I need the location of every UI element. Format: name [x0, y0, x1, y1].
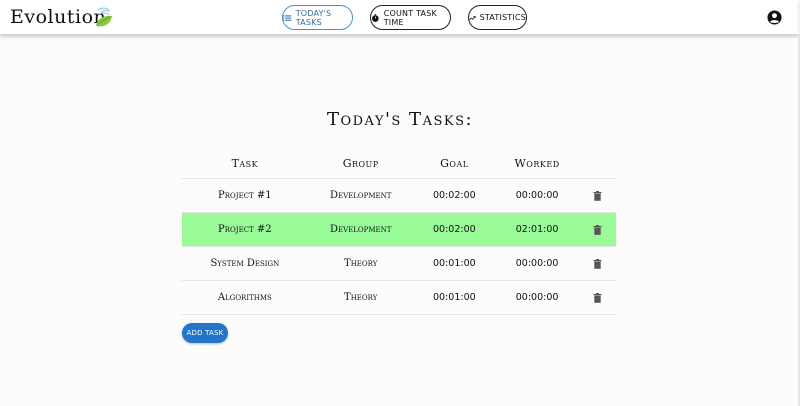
table-row[interactable]: Algorithms Theory 00:01:00 00:00:00	[182, 280, 616, 315]
column-header-goal: Goal	[413, 148, 495, 179]
task-goal: 00:01:00	[413, 280, 495, 315]
delete-cell	[579, 280, 616, 315]
trash-icon[interactable]	[593, 224, 602, 235]
task-name: Project #1	[182, 178, 308, 213]
task-goal: 00:02:00	[413, 212, 495, 247]
task-name: System Design	[182, 246, 308, 281]
add-task-button[interactable]: ADD TASK	[182, 323, 228, 343]
delete-cell	[579, 178, 616, 213]
nav-count-task-time-label: COUNT TASK TIME	[383, 8, 437, 27]
column-header-task: Task	[182, 148, 308, 179]
task-name: Algorithms	[182, 280, 308, 315]
tasks-table: Task Group Goal Worked Project #1 Develo…	[182, 148, 616, 315]
task-worked: 02:01:00	[494, 212, 580, 247]
nav-todays-tasks-label: TODAY'S TASKS	[295, 8, 332, 27]
table-row[interactable]: Project #2 Development 00:02:00 02:01:00	[182, 212, 616, 247]
trash-icon[interactable]	[593, 258, 602, 269]
task-group: Development	[307, 178, 414, 213]
column-header-group: Group	[307, 148, 414, 179]
delete-cell	[579, 246, 616, 281]
list-icon	[283, 14, 292, 21]
nav-statistics-button[interactable]: STATISTICS	[468, 5, 527, 30]
task-worked: 00:00:00	[494, 178, 580, 213]
column-header-worked: Worked	[494, 148, 580, 179]
leaf-logo-icon	[96, 7, 112, 27]
trend-chart-icon	[469, 15, 476, 20]
nav-todays-tasks-button[interactable]: TODAY'S TASKS	[282, 5, 353, 30]
stopwatch-icon	[372, 13, 379, 22]
task-group: Theory	[307, 246, 414, 281]
account-circle-icon[interactable]	[767, 10, 782, 25]
task-worked: 00:00:00	[494, 246, 580, 281]
table-row[interactable]: Project #1 Development 00:02:00 00:00:00	[182, 178, 616, 213]
task-goal: 00:01:00	[413, 246, 495, 281]
nav-count-task-time-button[interactable]: COUNT TASK TIME	[370, 5, 451, 30]
task-name: Project #2	[182, 212, 308, 247]
nav-statistics-label: STATISTICS	[479, 13, 526, 22]
trash-icon[interactable]	[593, 190, 602, 201]
table-row[interactable]: System Design Theory 00:01:00 00:00:00	[182, 246, 616, 281]
task-group: Development	[307, 212, 414, 247]
brand-title: Evolution	[10, 6, 107, 28]
table-header-row: Task Group Goal Worked	[182, 148, 616, 179]
column-header-actions	[579, 148, 616, 179]
page-title: Today's Tasks:	[326, 109, 474, 130]
trash-icon[interactable]	[593, 292, 602, 303]
delete-cell	[579, 212, 616, 247]
app-bar: Evolution TODAY'S TASKS COUNT TASK TIME	[0, 0, 798, 35]
task-group: Theory	[307, 280, 414, 315]
task-worked: 00:00:00	[494, 280, 580, 315]
task-goal: 00:02:00	[413, 178, 495, 213]
